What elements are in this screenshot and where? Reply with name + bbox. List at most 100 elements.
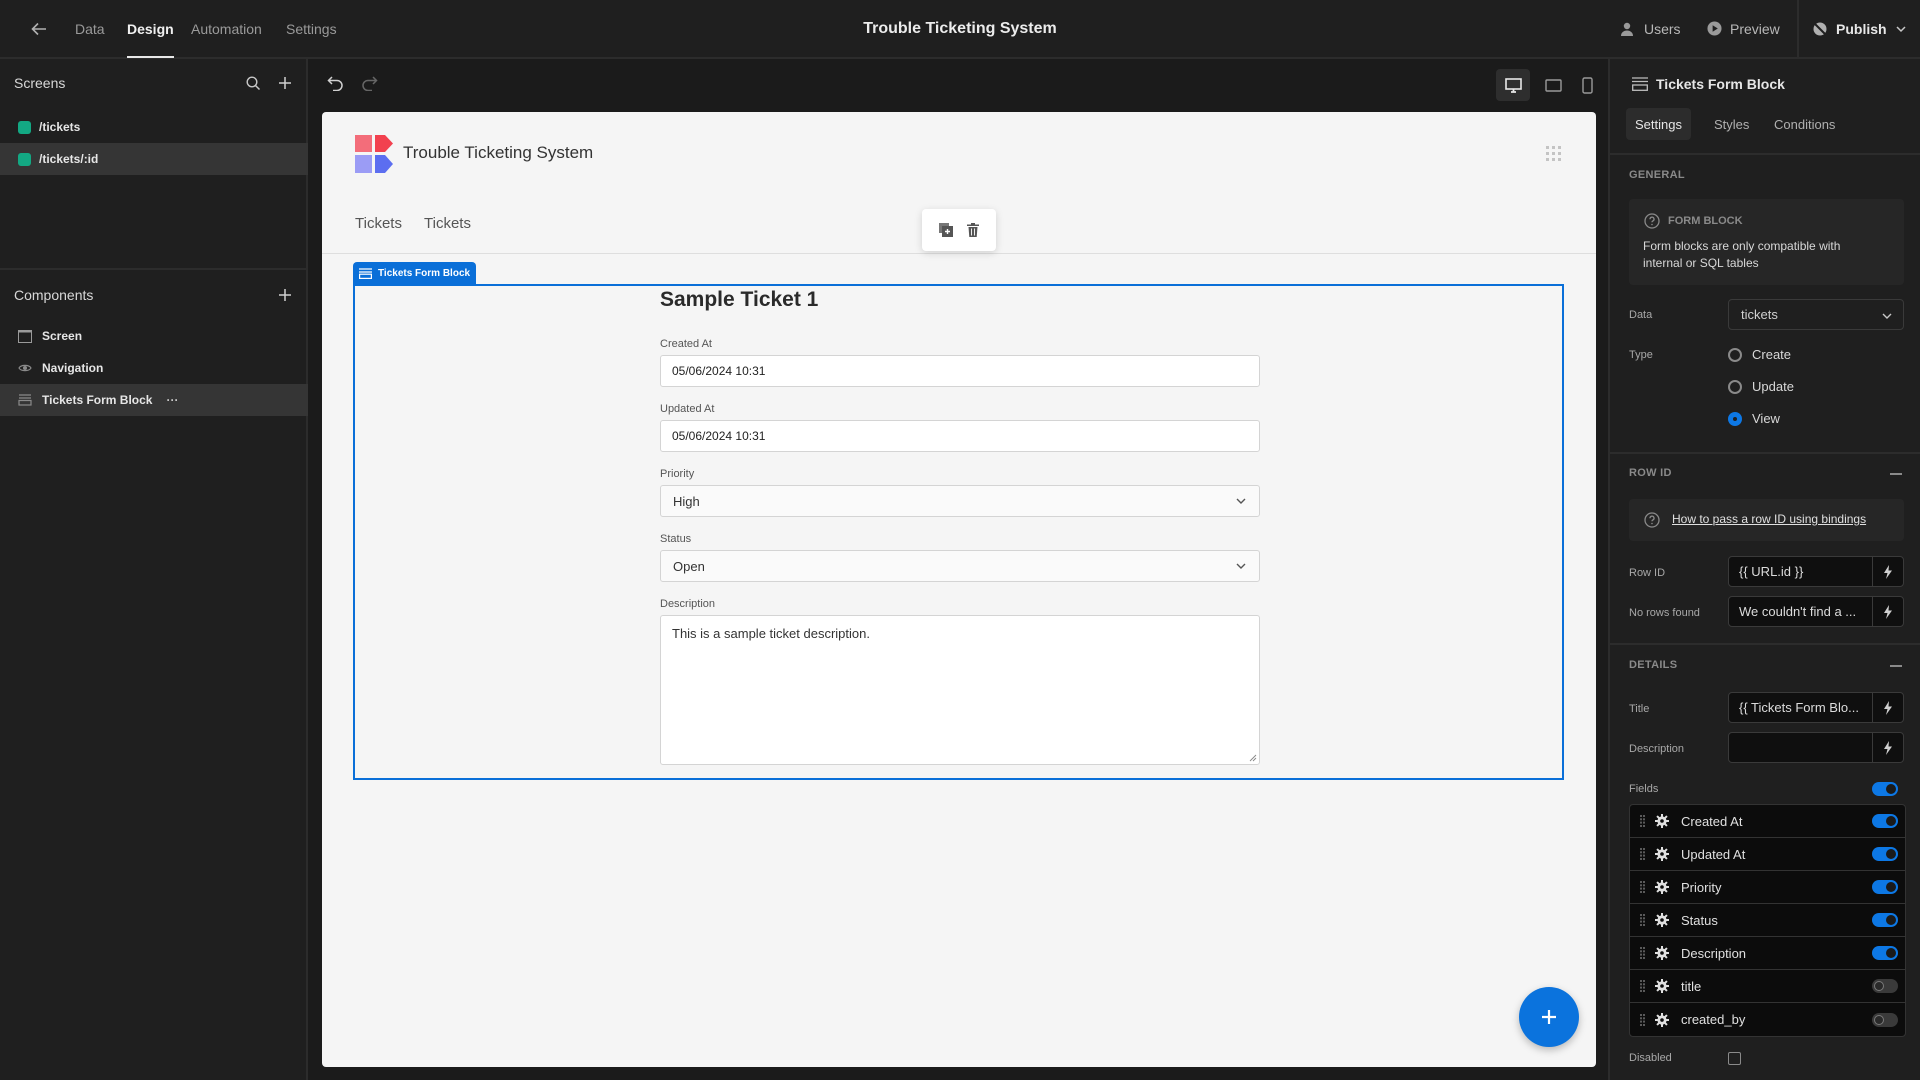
add-screen-icon[interactable] — [276, 74, 294, 92]
component-label: Screen — [42, 329, 83, 343]
type-radio-update[interactable]: Update — [1728, 379, 1794, 394]
redo-icon[interactable] — [358, 72, 380, 94]
nav-automation[interactable]: Automation — [191, 0, 262, 57]
tickets-form-block[interactable]: Sample Ticket 1 Created At 05/06/2024 10… — [353, 284, 1564, 780]
field-visibility-toggle[interactable] — [1872, 880, 1898, 894]
gear-icon[interactable] — [1655, 946, 1669, 960]
desktop-view-icon[interactable] — [1496, 69, 1530, 101]
field-visibility-toggle[interactable] — [1872, 814, 1898, 828]
gear-icon[interactable] — [1655, 1012, 1669, 1027]
nav-settings[interactable]: Settings — [286, 0, 337, 57]
status-select[interactable]: Open — [660, 550, 1260, 582]
component-item-tickets-form-block[interactable]: Tickets Form Block ··· — [0, 384, 308, 416]
search-icon[interactable] — [244, 74, 262, 92]
type-label: Type — [1629, 349, 1653, 361]
row-id-binding-input[interactable]: {{ URL.id }} — [1728, 556, 1904, 587]
divider — [1610, 153, 1920, 155]
app-preview: Trouble Ticketing System Tickets Tickets… — [322, 112, 1596, 1067]
tab-styles[interactable]: Styles — [1705, 108, 1758, 140]
disabled-label: Disabled — [1629, 1052, 1672, 1064]
collapse-icon[interactable] — [1890, 473, 1902, 475]
drag-handle-icon[interactable] — [1640, 947, 1645, 959]
form-block-label-tab[interactable]: Tickets Form Block — [353, 262, 477, 285]
drag-handle-icon[interactable] — [1640, 914, 1645, 926]
more-options-icon[interactable]: ··· — [166, 393, 178, 407]
created-at-input[interactable]: 05/06/2024 10:31 — [660, 355, 1260, 387]
users-button[interactable]: Users — [1620, 0, 1681, 57]
publish-button[interactable]: Publish — [1812, 0, 1907, 57]
nav-design[interactable]: Design — [127, 0, 174, 58]
app-logo-icon — [355, 135, 393, 173]
lightning-bolt-icon[interactable] — [1872, 597, 1903, 626]
drag-handle-icon[interactable] — [1640, 881, 1645, 893]
undo-icon[interactable] — [324, 72, 346, 94]
priority-select[interactable]: High — [660, 485, 1260, 517]
row-id-help-link[interactable]: How to pass a row ID using bindings — [1672, 512, 1866, 526]
screen-item-tickets[interactable]: /tickets — [0, 111, 308, 143]
screen-color-icon — [18, 152, 31, 166]
data-source-select[interactable]: tickets — [1728, 299, 1904, 330]
gear-icon[interactable] — [1655, 814, 1669, 828]
disabled-checkbox[interactable] — [1728, 1052, 1741, 1065]
resize-grip-icon[interactable] — [1249, 754, 1257, 762]
trash-icon[interactable] — [967, 223, 979, 237]
back-arrow-icon[interactable] — [28, 18, 50, 40]
field-config-row[interactable]: Priority — [1630, 871, 1905, 904]
fields-master-toggle[interactable] — [1872, 782, 1898, 796]
section-row-id-heading: ROW ID — [1629, 467, 1672, 479]
tablet-view-icon[interactable] — [1536, 69, 1570, 101]
drag-handle-icon[interactable] — [1640, 1013, 1645, 1026]
top-bar: Data Design Automation Settings Trouble … — [0, 0, 1920, 59]
description-textarea[interactable]: This is a sample ticket description. — [660, 615, 1260, 765]
gear-icon[interactable] — [1655, 979, 1669, 993]
binding-value: We couldn't find a ... — [1739, 604, 1857, 619]
component-item-navigation[interactable]: Navigation — [0, 352, 308, 384]
duplicate-icon[interactable] — [939, 223, 953, 237]
gear-icon[interactable] — [1655, 913, 1669, 927]
field-config-row[interactable]: Status — [1630, 904, 1905, 937]
field-config-row[interactable]: Updated At — [1630, 838, 1905, 871]
lightning-bolt-icon[interactable] — [1872, 733, 1903, 762]
drag-handle-icon[interactable] — [1640, 815, 1645, 827]
gear-icon[interactable] — [1655, 880, 1669, 894]
tab-conditions[interactable]: Conditions — [1765, 108, 1844, 140]
field-visibility-toggle[interactable] — [1872, 1012, 1898, 1027]
app-nav-link-tickets[interactable]: Tickets — [424, 215, 471, 232]
field-config-row[interactable]: created_by — [1630, 1003, 1905, 1036]
app-nav-link-tickets[interactable]: Tickets — [355, 215, 402, 232]
nav-data-label: Data — [75, 20, 105, 37]
field-config-row[interactable]: Created At — [1630, 805, 1905, 838]
field-config-row[interactable]: title — [1630, 970, 1905, 1003]
mobile-view-icon[interactable] — [1570, 69, 1604, 101]
field-visibility-toggle[interactable] — [1872, 946, 1898, 960]
preview-label: Preview — [1730, 20, 1780, 37]
component-item-screen[interactable]: Screen — [0, 320, 308, 352]
add-component-fab[interactable] — [1519, 987, 1579, 1047]
drag-handle-icon[interactable] — [1640, 848, 1645, 860]
preview-button[interactable]: Preview — [1707, 0, 1780, 57]
lightning-bolt-icon[interactable] — [1872, 557, 1903, 586]
chevron-down-icon — [1882, 313, 1892, 319]
add-component-icon[interactable] — [276, 286, 294, 304]
title-binding-input[interactable]: {{ Tickets Form Blo... — [1728, 692, 1904, 723]
lightning-bolt-icon[interactable] — [1872, 693, 1903, 722]
nav-data[interactable]: Data — [75, 0, 105, 57]
gear-icon[interactable] — [1655, 847, 1669, 861]
field-name: Created At — [1681, 813, 1743, 829]
type-radio-view[interactable]: View — [1728, 411, 1780, 426]
no-rows-message-input[interactable]: We couldn't find a ... — [1728, 596, 1904, 627]
screen-item-ticket-detail[interactable]: /tickets/:id — [0, 143, 308, 175]
field-visibility-toggle[interactable] — [1872, 913, 1898, 927]
tab-settings[interactable]: Settings — [1626, 108, 1691, 140]
type-radio-create[interactable]: Create — [1728, 347, 1791, 362]
updated-at-input[interactable]: 05/06/2024 10:31 — [660, 420, 1260, 452]
field-visibility-toggle[interactable] — [1872, 847, 1898, 861]
field-visibility-toggle[interactable] — [1872, 979, 1898, 993]
description-binding-input[interactable] — [1728, 732, 1904, 763]
grid-handle-icon[interactable] — [1546, 146, 1562, 162]
row-id-help-box: How to pass a row ID using bindings — [1629, 499, 1904, 541]
nav-design-label: Design — [127, 20, 174, 37]
drag-handle-icon[interactable] — [1640, 980, 1645, 992]
collapse-icon[interactable] — [1890, 665, 1902, 667]
field-config-row[interactable]: Description — [1630, 937, 1905, 970]
